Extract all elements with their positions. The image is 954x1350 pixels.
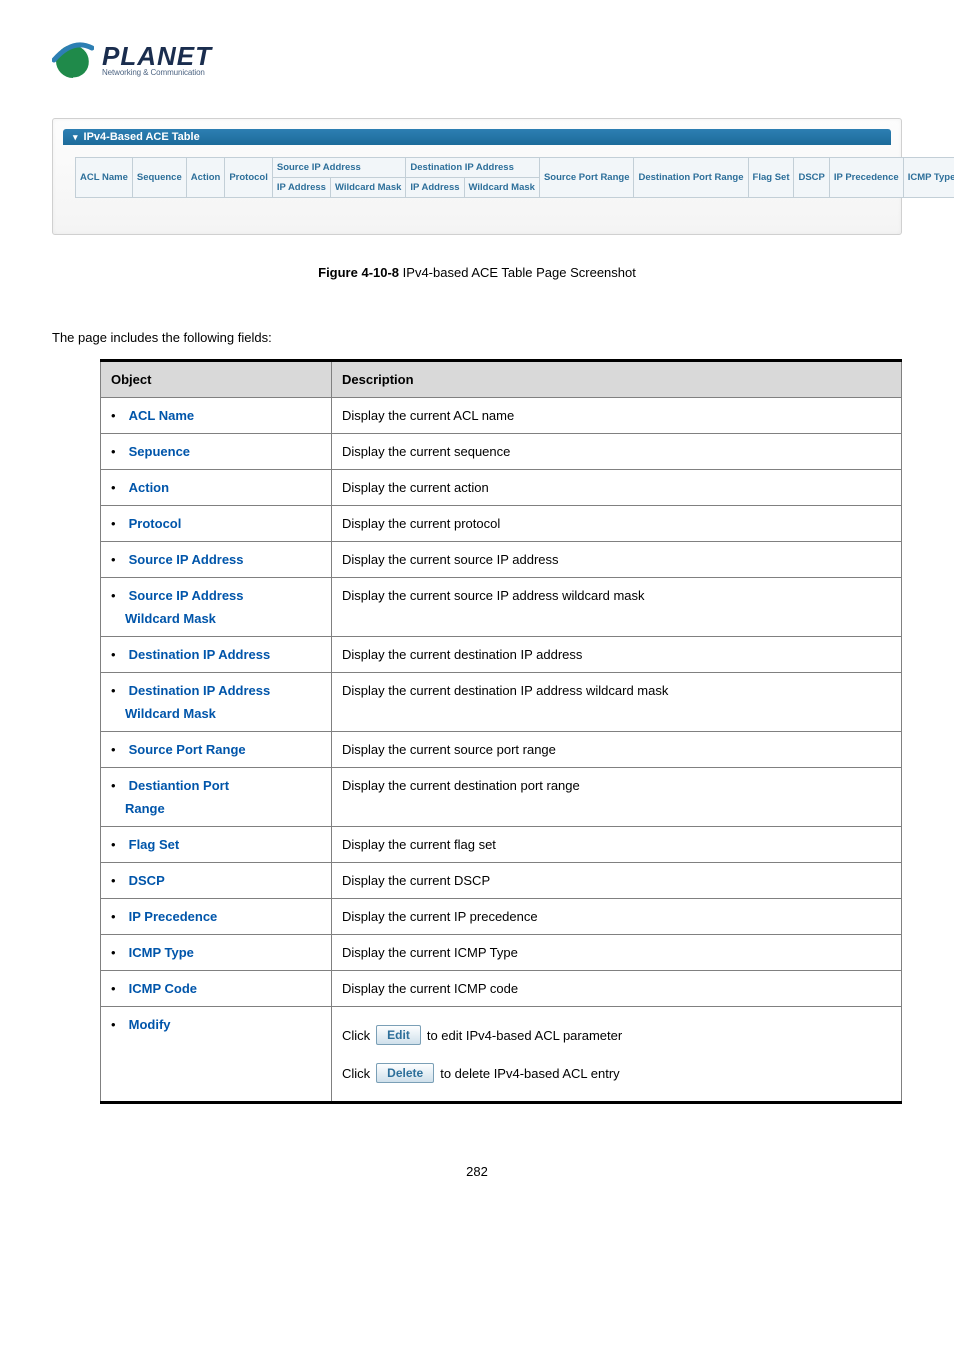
click-text: Click [342, 1066, 370, 1081]
click-text: to delete IPv4-based ACL entry [440, 1066, 619, 1081]
object-cell: • Protocol [101, 506, 332, 542]
object-cell: • ACL Name [101, 398, 332, 434]
description-cell: Display the current IP precedence [332, 899, 902, 935]
col-icmp-type: ICMP Type [903, 158, 954, 198]
col-dst-ip-addr: IP Address [406, 178, 464, 198]
table-row: • DSCPDisplay the current DSCP [101, 863, 902, 899]
table-row: • ModifyClick Edit to edit IPv4-based AC… [101, 1007, 902, 1103]
object-cell: • Destination IP Address [101, 637, 332, 673]
ace-table-titlebar[interactable]: ▾ IPv4-Based ACE Table [63, 129, 891, 145]
table-row: • Destination IP AddressWildcard MaskDis… [101, 673, 902, 732]
ace-table-title: IPv4-Based ACE Table [84, 131, 200, 143]
object-cell: • Destiantion PortRange [101, 768, 332, 827]
object-cell: • Source IP Address [101, 542, 332, 578]
object-cell: • ICMP Code [101, 971, 332, 1007]
table-row: • ACL NameDisplay the current ACL name [101, 398, 902, 434]
brand-logo: PLANET Networking & Communication [52, 40, 902, 82]
fields-table: Object Description • ACL NameDisplay the… [100, 359, 902, 1104]
lead-text: The page includes the following fields: [52, 330, 902, 345]
table-row: • Source Port RangeDisplay the current s… [101, 732, 902, 768]
edit-button[interactable]: Edit [376, 1025, 421, 1045]
logo-word: PLANET [102, 45, 212, 68]
description-cell: Display the current ICMP code [332, 971, 902, 1007]
object-cell: • Sepuence [101, 434, 332, 470]
collapse-icon: ▾ [73, 132, 78, 143]
description-cell: Display the current destination port ran… [332, 768, 902, 827]
figure-text: IPv4-based ACE Table Page Screenshot [399, 265, 636, 280]
table-row: • ICMP CodeDisplay the current ICMP code [101, 971, 902, 1007]
description-cell: Display the current protocol [332, 506, 902, 542]
description-cell: Display the current ICMP Type [332, 935, 902, 971]
object-cell: • IP Precedence [101, 899, 332, 935]
table-row: • IP PrecedenceDisplay the current IP pr… [101, 899, 902, 935]
object-cell: • DSCP [101, 863, 332, 899]
object-cell: • Source Port Range [101, 732, 332, 768]
description-cell: Display the current destination IP addre… [332, 637, 902, 673]
description-cell: Display the current source IP address wi… [332, 578, 902, 637]
ace-table-panel: ▾ IPv4-Based ACE Table ACL Name Sequence… [52, 118, 902, 235]
figure-caption: Figure 4-10-8 IPv4-based ACE Table Page … [52, 265, 902, 280]
description-cell: Display the current source IP address [332, 542, 902, 578]
description-cell: Display the current flag set [332, 827, 902, 863]
col-src-ip-addr: IP Address [272, 178, 330, 198]
description-cell: Display the current DSCP [332, 863, 902, 899]
ace-header-table: ACL Name Sequence Action Protocol Source… [75, 157, 954, 198]
table-row: • ActionDisplay the current action [101, 470, 902, 506]
col-ip-precedence: IP Precedence [829, 158, 903, 198]
table-row: • Source IP AddressDisplay the current s… [101, 542, 902, 578]
header-description: Description [332, 361, 902, 398]
object-cell: • Action [101, 470, 332, 506]
col-src-port-range: Source Port Range [539, 158, 634, 198]
col-sequence: Sequence [132, 158, 186, 198]
description-cell: Display the current ACL name [332, 398, 902, 434]
table-row: • Flag SetDisplay the current flag set [101, 827, 902, 863]
col-dst-ip-group: Destination IP Address [406, 158, 540, 178]
object-cell: • Flag Set [101, 827, 332, 863]
col-action: Action [186, 158, 225, 198]
object-cell: • Destination IP AddressWildcard Mask [101, 673, 332, 732]
col-protocol: Protocol [225, 158, 273, 198]
col-dscp: DSCP [794, 158, 829, 198]
col-dst-port-range: Destination Port Range [634, 158, 748, 198]
figure-number: Figure 4-10-8 [318, 265, 399, 280]
globe-icon [52, 40, 94, 82]
delete-button[interactable]: Delete [376, 1063, 434, 1083]
table-row: • Destination IP AddressDisplay the curr… [101, 637, 902, 673]
table-row: • Source IP AddressWildcard MaskDisplay … [101, 578, 902, 637]
object-cell: • ICMP Type [101, 935, 332, 971]
table-row: • ICMP TypeDisplay the current ICMP Type [101, 935, 902, 971]
click-text: Click [342, 1028, 370, 1043]
table-row: • Destiantion PortRangeDisplay the curre… [101, 768, 902, 827]
object-cell: • Source IP AddressWildcard Mask [101, 578, 332, 637]
col-acl-name: ACL Name [76, 158, 133, 198]
description-cell: Display the current source port range [332, 732, 902, 768]
table-row: • SepuenceDisplay the current sequence [101, 434, 902, 470]
page-number: 282 [52, 1164, 902, 1179]
description-cell: Click Edit to edit IPv4-based ACL parame… [332, 1007, 902, 1103]
click-text: to edit IPv4-based ACL parameter [427, 1028, 622, 1043]
header-object: Object [101, 361, 332, 398]
col-dst-wildcard: Wildcard Mask [464, 178, 539, 198]
description-cell: Display the current destination IP addre… [332, 673, 902, 732]
description-cell: Display the current action [332, 470, 902, 506]
description-cell: Display the current sequence [332, 434, 902, 470]
col-src-wildcard: Wildcard Mask [330, 178, 405, 198]
object-cell: • Modify [101, 1007, 332, 1103]
col-src-ip-group: Source IP Address [272, 158, 406, 178]
logo-tagline: Networking & Communication [102, 68, 212, 77]
table-row: • ProtocolDisplay the current protocol [101, 506, 902, 542]
col-flag-set: Flag Set [748, 158, 794, 198]
